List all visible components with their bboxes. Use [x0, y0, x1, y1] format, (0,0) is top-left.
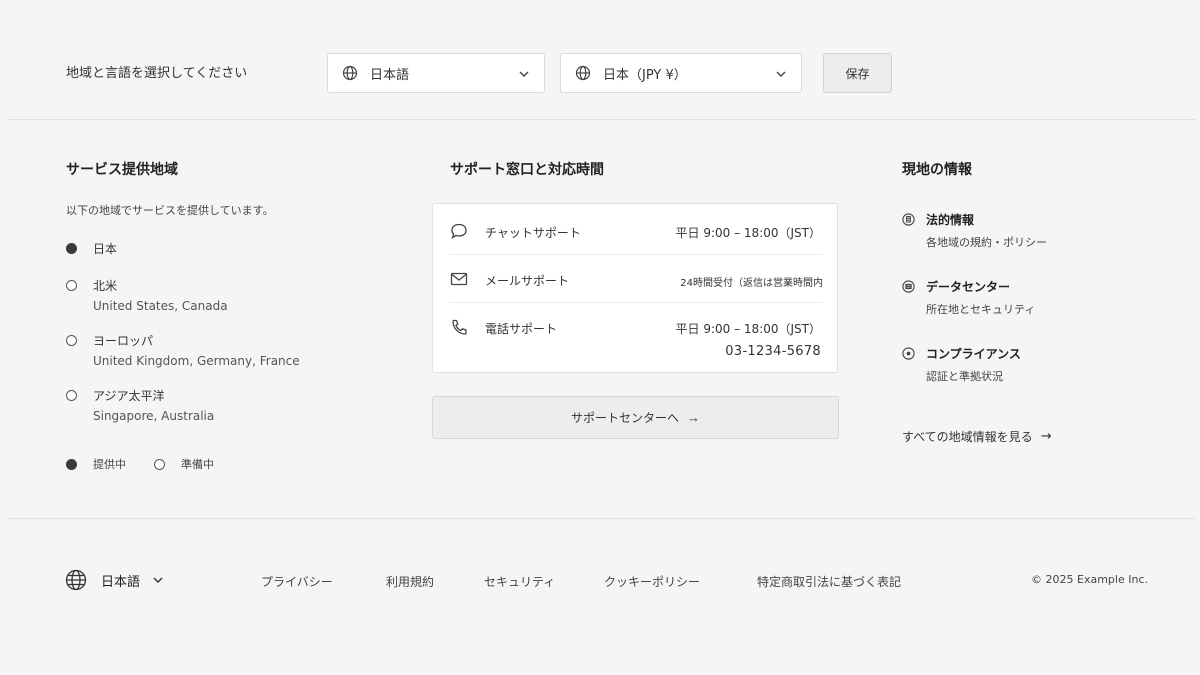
area-item-north-america: 北米 United States, Canada: [66, 277, 228, 315]
support-channel-label: メールサポート: [485, 274, 570, 288]
area-countries: Singapore, Australia: [93, 409, 215, 423]
footer-link-security[interactable]: セキュリティ: [484, 573, 555, 590]
support-channel-phone: 電話サポート 平日 9:00 – 18:00（JST） 03-1234-5678: [449, 318, 823, 366]
phone-icon: [452, 319, 467, 335]
support-channel-label: 電話サポート: [485, 322, 558, 336]
globe-icon: [342, 65, 358, 81]
local-info-name: データセンター: [926, 280, 1011, 294]
local-info-sub: 認証と準拠状況: [926, 370, 1003, 383]
status-legend: 提供中 準備中: [66, 456, 242, 472]
footer-link-commercial-disclosure[interactable]: 特定商取引法に基づく表記: [757, 573, 901, 590]
globe-icon: [65, 569, 87, 591]
area-item-europe: ヨーロッパ United Kingdom, Germany, France: [66, 332, 300, 370]
status-active-icon: [66, 243, 77, 254]
legend-preparing-label: 準備中: [181, 458, 214, 471]
divider: [449, 302, 823, 303]
status-preparing-icon: [154, 458, 165, 470]
region-language-page: 地域と言語を選択してください 日本語 日本（JPY ¥） 保存 サービス提供地域…: [0, 0, 1200, 675]
status-preparing-icon: [66, 335, 77, 346]
compliance-icon: [902, 347, 915, 360]
area-item-japan: 日本: [66, 240, 117, 258]
local-info-title: 現地の情報: [902, 162, 972, 178]
area-countries: United Kingdom, Germany, France: [93, 354, 300, 368]
chevron-down-icon: [776, 71, 786, 77]
chevron-down-icon: [153, 577, 163, 584]
area-name: 日本: [93, 242, 118, 256]
support-channel-mail: メールサポート 24時間受付（返信は営業時間内: [449, 270, 823, 318]
support-center-button[interactable]: サポートセンターへ →: [432, 396, 839, 439]
language-select-value: 日本語: [370, 67, 410, 83]
legal-icon: [902, 213, 915, 226]
local-info-sub: 所在地とセキュリティ: [926, 303, 1036, 316]
service-areas-title: サービス提供地域: [66, 162, 178, 178]
selector-prompt: 地域と言語を選択してください: [66, 66, 248, 81]
service-areas-description: 以下の地域でサービスを提供しています。: [66, 204, 274, 217]
local-info-name: コンプライアンス: [926, 347, 1021, 361]
footer-link-privacy[interactable]: プライバシー: [261, 573, 333, 590]
area-name: ヨーロッパ: [93, 334, 154, 348]
globe-icon: [575, 65, 591, 81]
divider: [8, 119, 1196, 120]
status-active-icon: [66, 458, 77, 470]
divider: [449, 254, 823, 255]
area-name: アジア太平洋: [93, 389, 165, 403]
support-channel-chat: チャットサポート 平日 9:00 – 18:00（JST）: [449, 222, 823, 270]
local-info-name: 法的情報: [926, 213, 975, 227]
arrow-right-icon: →: [687, 410, 700, 425]
all-region-info-label: すべての地域情報を見る: [902, 430, 1033, 444]
chat-bubble-icon: [451, 223, 467, 239]
support-phone-number[interactable]: 03-1234-5678: [725, 344, 821, 359]
save-button[interactable]: 保存: [823, 53, 892, 93]
support-center-label: サポートセンターへ: [570, 411, 679, 425]
chevron-down-icon: [519, 71, 529, 77]
region-select[interactable]: 日本（JPY ¥）: [560, 53, 802, 93]
divider: [8, 518, 1196, 519]
support-channels-card: チャットサポート 平日 9:00 – 18:00（JST） メールサポート 24…: [432, 203, 838, 373]
area-name: 北米: [93, 279, 118, 293]
copyright: © 2025 Example Inc.: [1031, 573, 1148, 586]
status-preparing-icon: [66, 280, 77, 291]
local-info-sub: 各地域の規約・ポリシー: [926, 236, 1047, 249]
support-channel-label: チャットサポート: [485, 226, 581, 240]
legend-active-label: 提供中: [93, 458, 126, 471]
footer-language-value: 日本語: [101, 574, 141, 590]
footer-link-terms[interactable]: 利用規約: [386, 573, 434, 590]
support-channel-hours: 平日 9:00 – 18:00（JST）: [675, 226, 821, 240]
support-title: サポート窓口と対応時間: [450, 162, 604, 178]
footer-link-cookie-policy[interactable]: クッキーポリシー: [604, 573, 700, 590]
area-item-asia-pacific: アジア太平洋 Singapore, Australia: [66, 387, 214, 425]
mail-icon: [450, 272, 468, 286]
region-language-selector: 地域と言語を選択してください 日本語 日本（JPY ¥） 保存: [0, 0, 1200, 120]
support-channel-hours: 平日 9:00 – 18:00（JST）: [675, 322, 821, 336]
region-select-value: 日本（JPY ¥）: [603, 67, 687, 83]
status-preparing-icon: [66, 390, 77, 401]
footer-language-select[interactable]: 日本語: [65, 569, 164, 591]
arrow-right-icon: →: [1040, 429, 1052, 444]
all-region-info-link[interactable]: すべての地域情報を見る →: [902, 428, 1052, 445]
data-center-icon: [902, 280, 915, 293]
support-channel-hours: 24時間受付（返信は営業時間内: [680, 278, 823, 289]
language-select[interactable]: 日本語: [327, 53, 545, 93]
area-countries: United States, Canada: [93, 299, 228, 313]
